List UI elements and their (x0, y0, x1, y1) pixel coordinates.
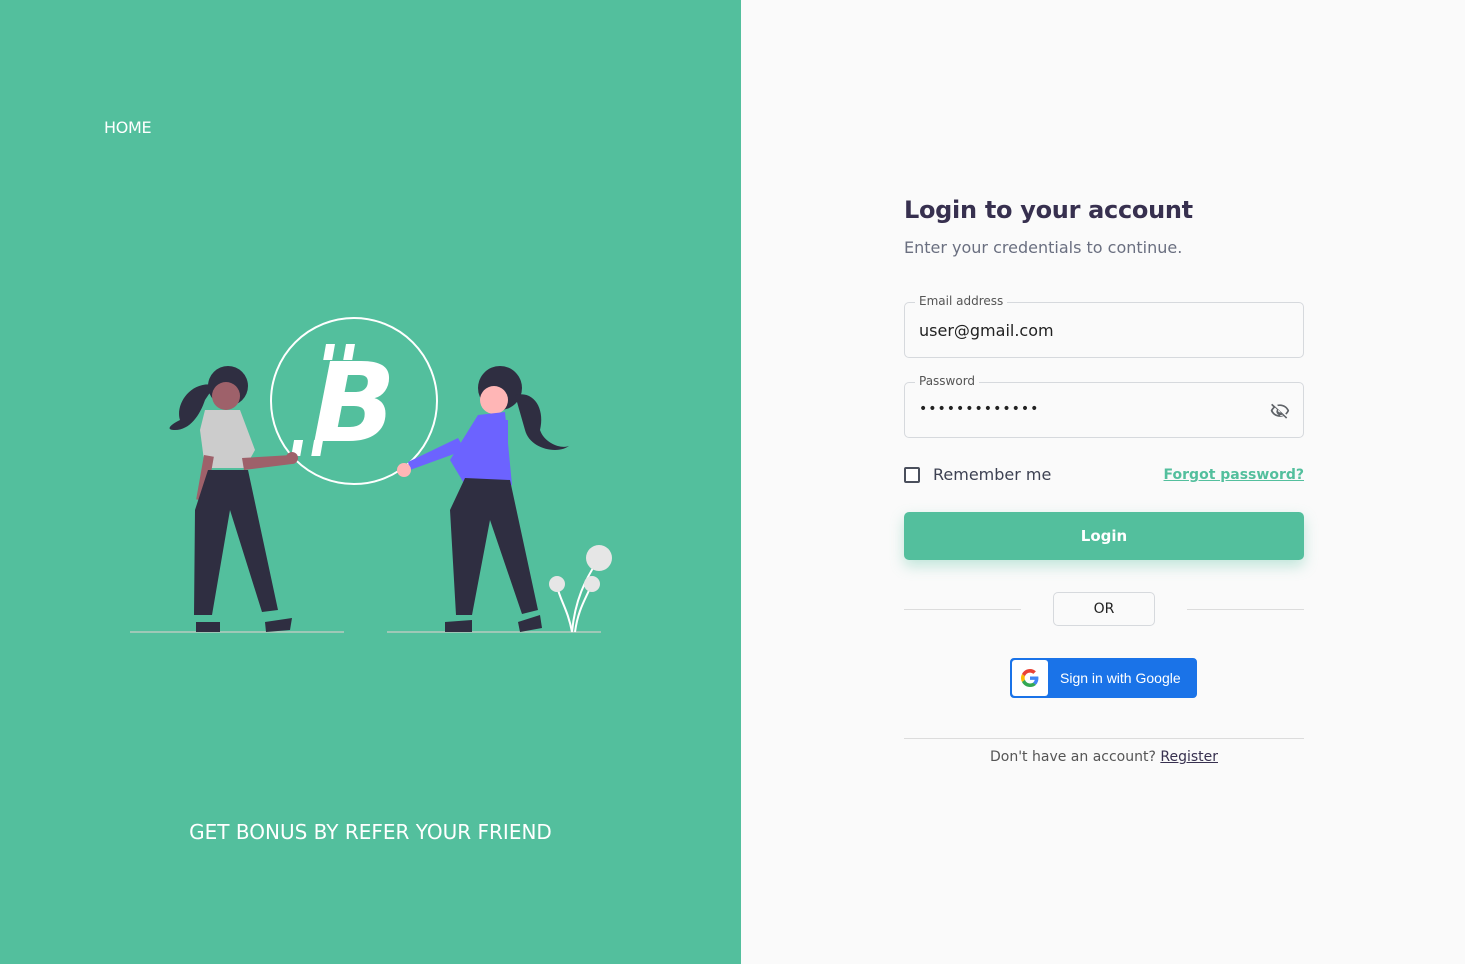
page-title: Login to your account (904, 196, 1193, 224)
or-divider: OR (1053, 592, 1155, 626)
google-signin-button[interactable]: Sign in with Google (1010, 658, 1197, 698)
password-value[interactable]: ••••••••••••• (919, 401, 1039, 417)
left-panel: HOME B GET BONUS BY REFER YOUR FRIEND (0, 0, 741, 964)
remember-me[interactable]: Remember me (904, 465, 1051, 484)
page-subtitle: Enter your credentials to continue. (904, 238, 1183, 257)
home-link[interactable]: HOME (104, 118, 152, 137)
remember-label: Remember me (933, 465, 1052, 484)
no-account-text: Don't have an account? (989, 749, 1156, 765)
password-field[interactable]: Password ••••••••••••• (904, 374, 1304, 438)
login-form: Login to your account Enter your credent… (904, 196, 1304, 765)
bitcoin-illustration: B (130, 317, 612, 633)
divider-left (904, 609, 1021, 610)
google-icon (1021, 669, 1039, 687)
email-value[interactable]: user@gmail.com (919, 321, 1054, 340)
eye-off-icon[interactable] (1269, 401, 1291, 421)
google-icon-box (1012, 660, 1048, 696)
login-button[interactable]: Login (904, 512, 1304, 560)
promo-text: GET BONUS BY REFER YOUR FRIEND (189, 820, 552, 844)
google-signin-label: Sign in with Google (1060, 670, 1181, 686)
email-field[interactable]: Email address user@gmail.com (904, 294, 1304, 358)
register-row: Don't have an account? Register (904, 749, 1304, 765)
forgot-password-link[interactable]: Forgot password? (1164, 467, 1304, 483)
remember-checkbox[interactable] (904, 466, 920, 483)
password-label: Password (915, 374, 980, 388)
bottom-divider (904, 738, 1304, 739)
register-link[interactable]: Register (1160, 749, 1218, 765)
divider-right (1187, 609, 1304, 610)
email-label: Email address (915, 294, 1008, 308)
right-panel: Login to your account Enter your credent… (741, 0, 1465, 964)
